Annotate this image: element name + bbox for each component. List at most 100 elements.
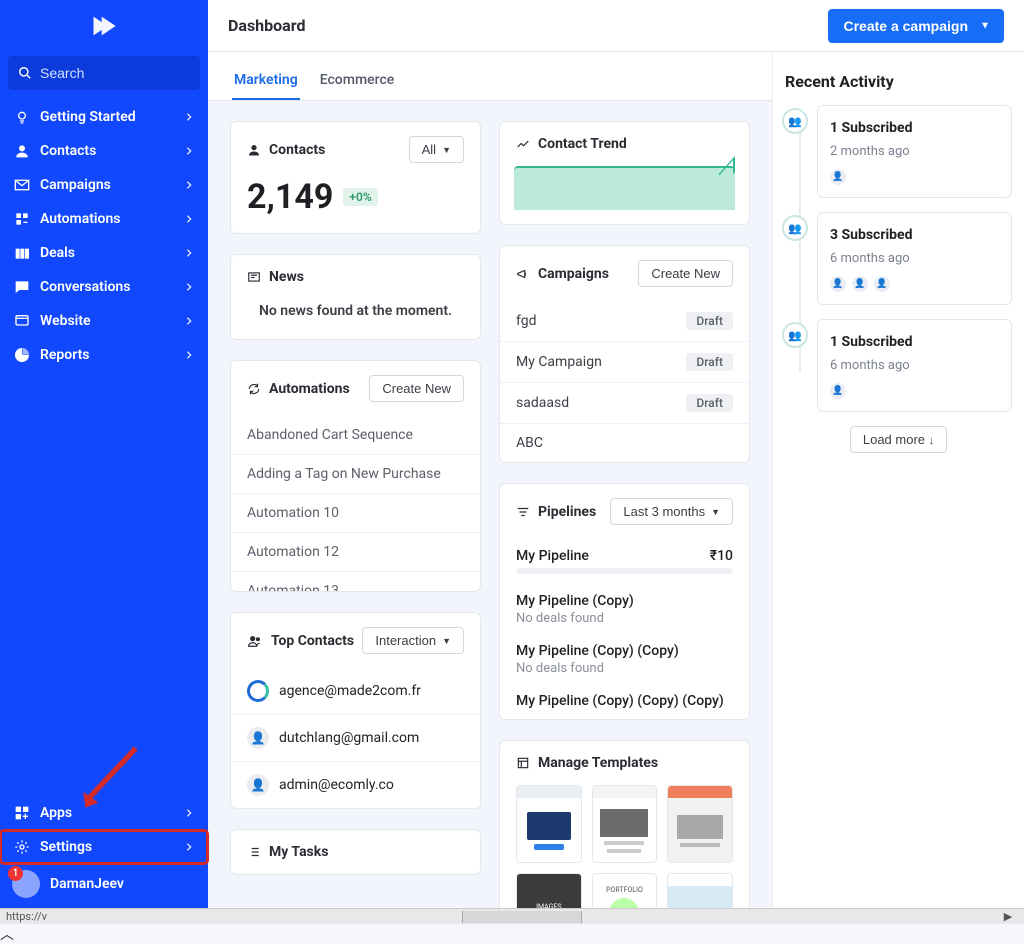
avatar: 👤 [852, 276, 868, 292]
sidebar-item-label: Reports [40, 347, 184, 363]
card-title: Manage Templates [538, 755, 658, 771]
browser-status-bar: https://v ▶ [0, 908, 1024, 924]
template-thumbnail[interactable]: IMAGES [516, 873, 582, 908]
search-input[interactable] [40, 65, 221, 81]
search-icon [18, 66, 32, 80]
news-icon [247, 270, 261, 284]
avatar: 👤 [874, 276, 890, 292]
list-item[interactable]: sadaasdDraft [500, 382, 749, 423]
avatar: 👤 [830, 169, 846, 185]
sidebar-item-contacts[interactable]: Contacts [0, 134, 208, 168]
contact-trend-card: Contact Trend [499, 121, 750, 225]
tabs: Marketing Ecommerce [208, 52, 772, 101]
list-item[interactable]: Adding a Tag on New Purchase [231, 454, 480, 493]
campaigns-create-button[interactable]: Create New [638, 260, 733, 287]
load-more-button[interactable]: Load more ↓ [850, 426, 947, 453]
devtools-handle[interactable]: ︿ [0, 924, 1024, 944]
campaigns-card: Campaigns Create New fgdDraft My Campaig… [499, 245, 750, 463]
progress-bar [516, 568, 733, 574]
sidebar-item-label: Website [40, 313, 184, 329]
avatar: 👤 [830, 383, 846, 399]
card-title: Top Contacts [271, 633, 354, 649]
template-thumbnail[interactable] [667, 785, 733, 863]
users-icon [247, 634, 263, 648]
template-thumbnail[interactable] [667, 873, 733, 908]
top-contacts-card: Top Contacts Interaction ▼ agence@made2c… [230, 612, 481, 809]
list-item[interactable]: fgdDraft [500, 301, 749, 341]
logo[interactable] [0, 0, 208, 52]
chevron-right-icon [184, 214, 194, 224]
chevron-right-icon [184, 248, 194, 258]
sidebar: Getting Started Contacts Campaigns Autom… [0, 0, 208, 908]
main: Dashboard Create a campaign Marketing Ec… [208, 0, 1024, 908]
contacts-count: 2,149 [247, 177, 333, 217]
sidebar-item-apps[interactable]: Apps [0, 796, 208, 830]
sidebar-item-settings[interactable]: Settings [0, 830, 208, 864]
horizontal-scrollbar[interactable] [462, 911, 582, 923]
contacts-filter-button[interactable]: All ▼ [409, 136, 464, 163]
sidebar-item-label: Settings [40, 839, 184, 855]
my-tasks-card: My Tasks [230, 829, 481, 875]
top-contacts-filter-button[interactable]: Interaction ▼ [362, 627, 464, 654]
avatar: 1 [12, 870, 40, 898]
users-icon: 👥 [782, 108, 808, 134]
campaigns-list: fgdDraft My CampaignDraft sadaasdDraft A… [500, 301, 749, 462]
sidebar-item-automations[interactable]: Automations [0, 202, 208, 236]
bulb-icon [14, 109, 36, 125]
automations-create-button[interactable]: Create New [369, 375, 464, 402]
list-item[interactable]: Abandoned Cart Sequence [231, 416, 480, 454]
list-item[interactable]: Automation 13 [231, 571, 480, 591]
list-icon [247, 845, 261, 859]
chevron-right-icon [184, 146, 194, 156]
user-name: DamanJeev [50, 876, 124, 892]
tab-ecommerce[interactable]: Ecommerce [318, 62, 397, 100]
sidebar-item-website[interactable]: Website [0, 304, 208, 338]
card-title: Pipelines [538, 504, 596, 520]
chevron-right-icon [184, 350, 194, 360]
search-bar[interactable] [8, 56, 200, 90]
sidebar-item-deals[interactable]: Deals [0, 236, 208, 270]
template-thumbnail[interactable]: PORTFOLIO [592, 873, 658, 908]
pipelines-list: My Pipeline₹10 My Pipeline (Copy) No dea… [500, 539, 749, 719]
chevron-right-icon [184, 112, 194, 122]
activity-item[interactable]: 👥 1 Subscribed 2 months ago 👤 [817, 105, 1012, 198]
template-thumbnail[interactable] [592, 785, 658, 863]
sidebar-item-reports[interactable]: Reports [0, 338, 208, 372]
news-empty: No news found at the moment. [231, 299, 480, 339]
automation-icon [14, 211, 36, 227]
list-item[interactable]: My Pipeline (Copy) No deals found [500, 584, 749, 634]
list-item[interactable]: My Pipeline₹10 [500, 539, 749, 574]
list-item[interactable]: My CampaignDraft [500, 341, 749, 382]
sidebar-user-row[interactable]: 1 DamanJeev [0, 864, 208, 904]
apps-icon [14, 805, 36, 821]
tab-marketing[interactable]: Marketing [232, 62, 300, 100]
sidebar-item-conversations[interactable]: Conversations [0, 270, 208, 304]
template-thumbnail[interactable] [516, 785, 582, 863]
deals-icon [14, 245, 36, 261]
list-item[interactable]: 👤 admin@ecomly.co [231, 761, 480, 808]
list-item[interactable]: Automation 12 [231, 532, 480, 571]
activity-item[interactable]: 👥 1 Subscribed 6 months ago 👤 [817, 319, 1012, 412]
list-item[interactable]: My Pipeline (Copy) (Copy) No deals found [500, 634, 749, 684]
sidebar-item-campaigns[interactable]: Campaigns [0, 168, 208, 202]
chevron-right-icon [184, 808, 194, 818]
pipelines-filter-button[interactable]: Last 3 months ▼ [610, 498, 733, 525]
list-item[interactable]: 👤 dutchlang@gmail.com [231, 714, 480, 761]
list-item[interactable]: My Pipeline (Copy) (Copy) (Copy) [500, 684, 749, 709]
sidebar-item-getting-started[interactable]: Getting Started [0, 100, 208, 134]
list-item[interactable]: ABC [500, 423, 749, 462]
nav-bottom: Apps Settings 1 DamanJeev [0, 796, 208, 904]
card-title: Contact Trend [538, 136, 627, 152]
list-item[interactable]: Automation 10 [231, 493, 480, 532]
list-item[interactable]: agence@made2com.fr [231, 668, 480, 714]
create-campaign-button[interactable]: Create a campaign [828, 9, 1005, 43]
activity-item[interactable]: 👥 3 Subscribed 6 months ago 👤👤👤 [817, 212, 1012, 305]
contacts-delta: +0% [343, 188, 377, 206]
chevron-right-icon [184, 282, 194, 292]
trend-icon [516, 137, 530, 151]
activity-title: Recent Activity [785, 72, 1012, 91]
automations-list[interactable]: Abandoned Cart Sequence Adding a Tag on … [231, 416, 480, 591]
chevron-right-icon [184, 842, 194, 852]
chat-icon [14, 279, 36, 295]
sidebar-item-label: Getting Started [40, 109, 184, 125]
